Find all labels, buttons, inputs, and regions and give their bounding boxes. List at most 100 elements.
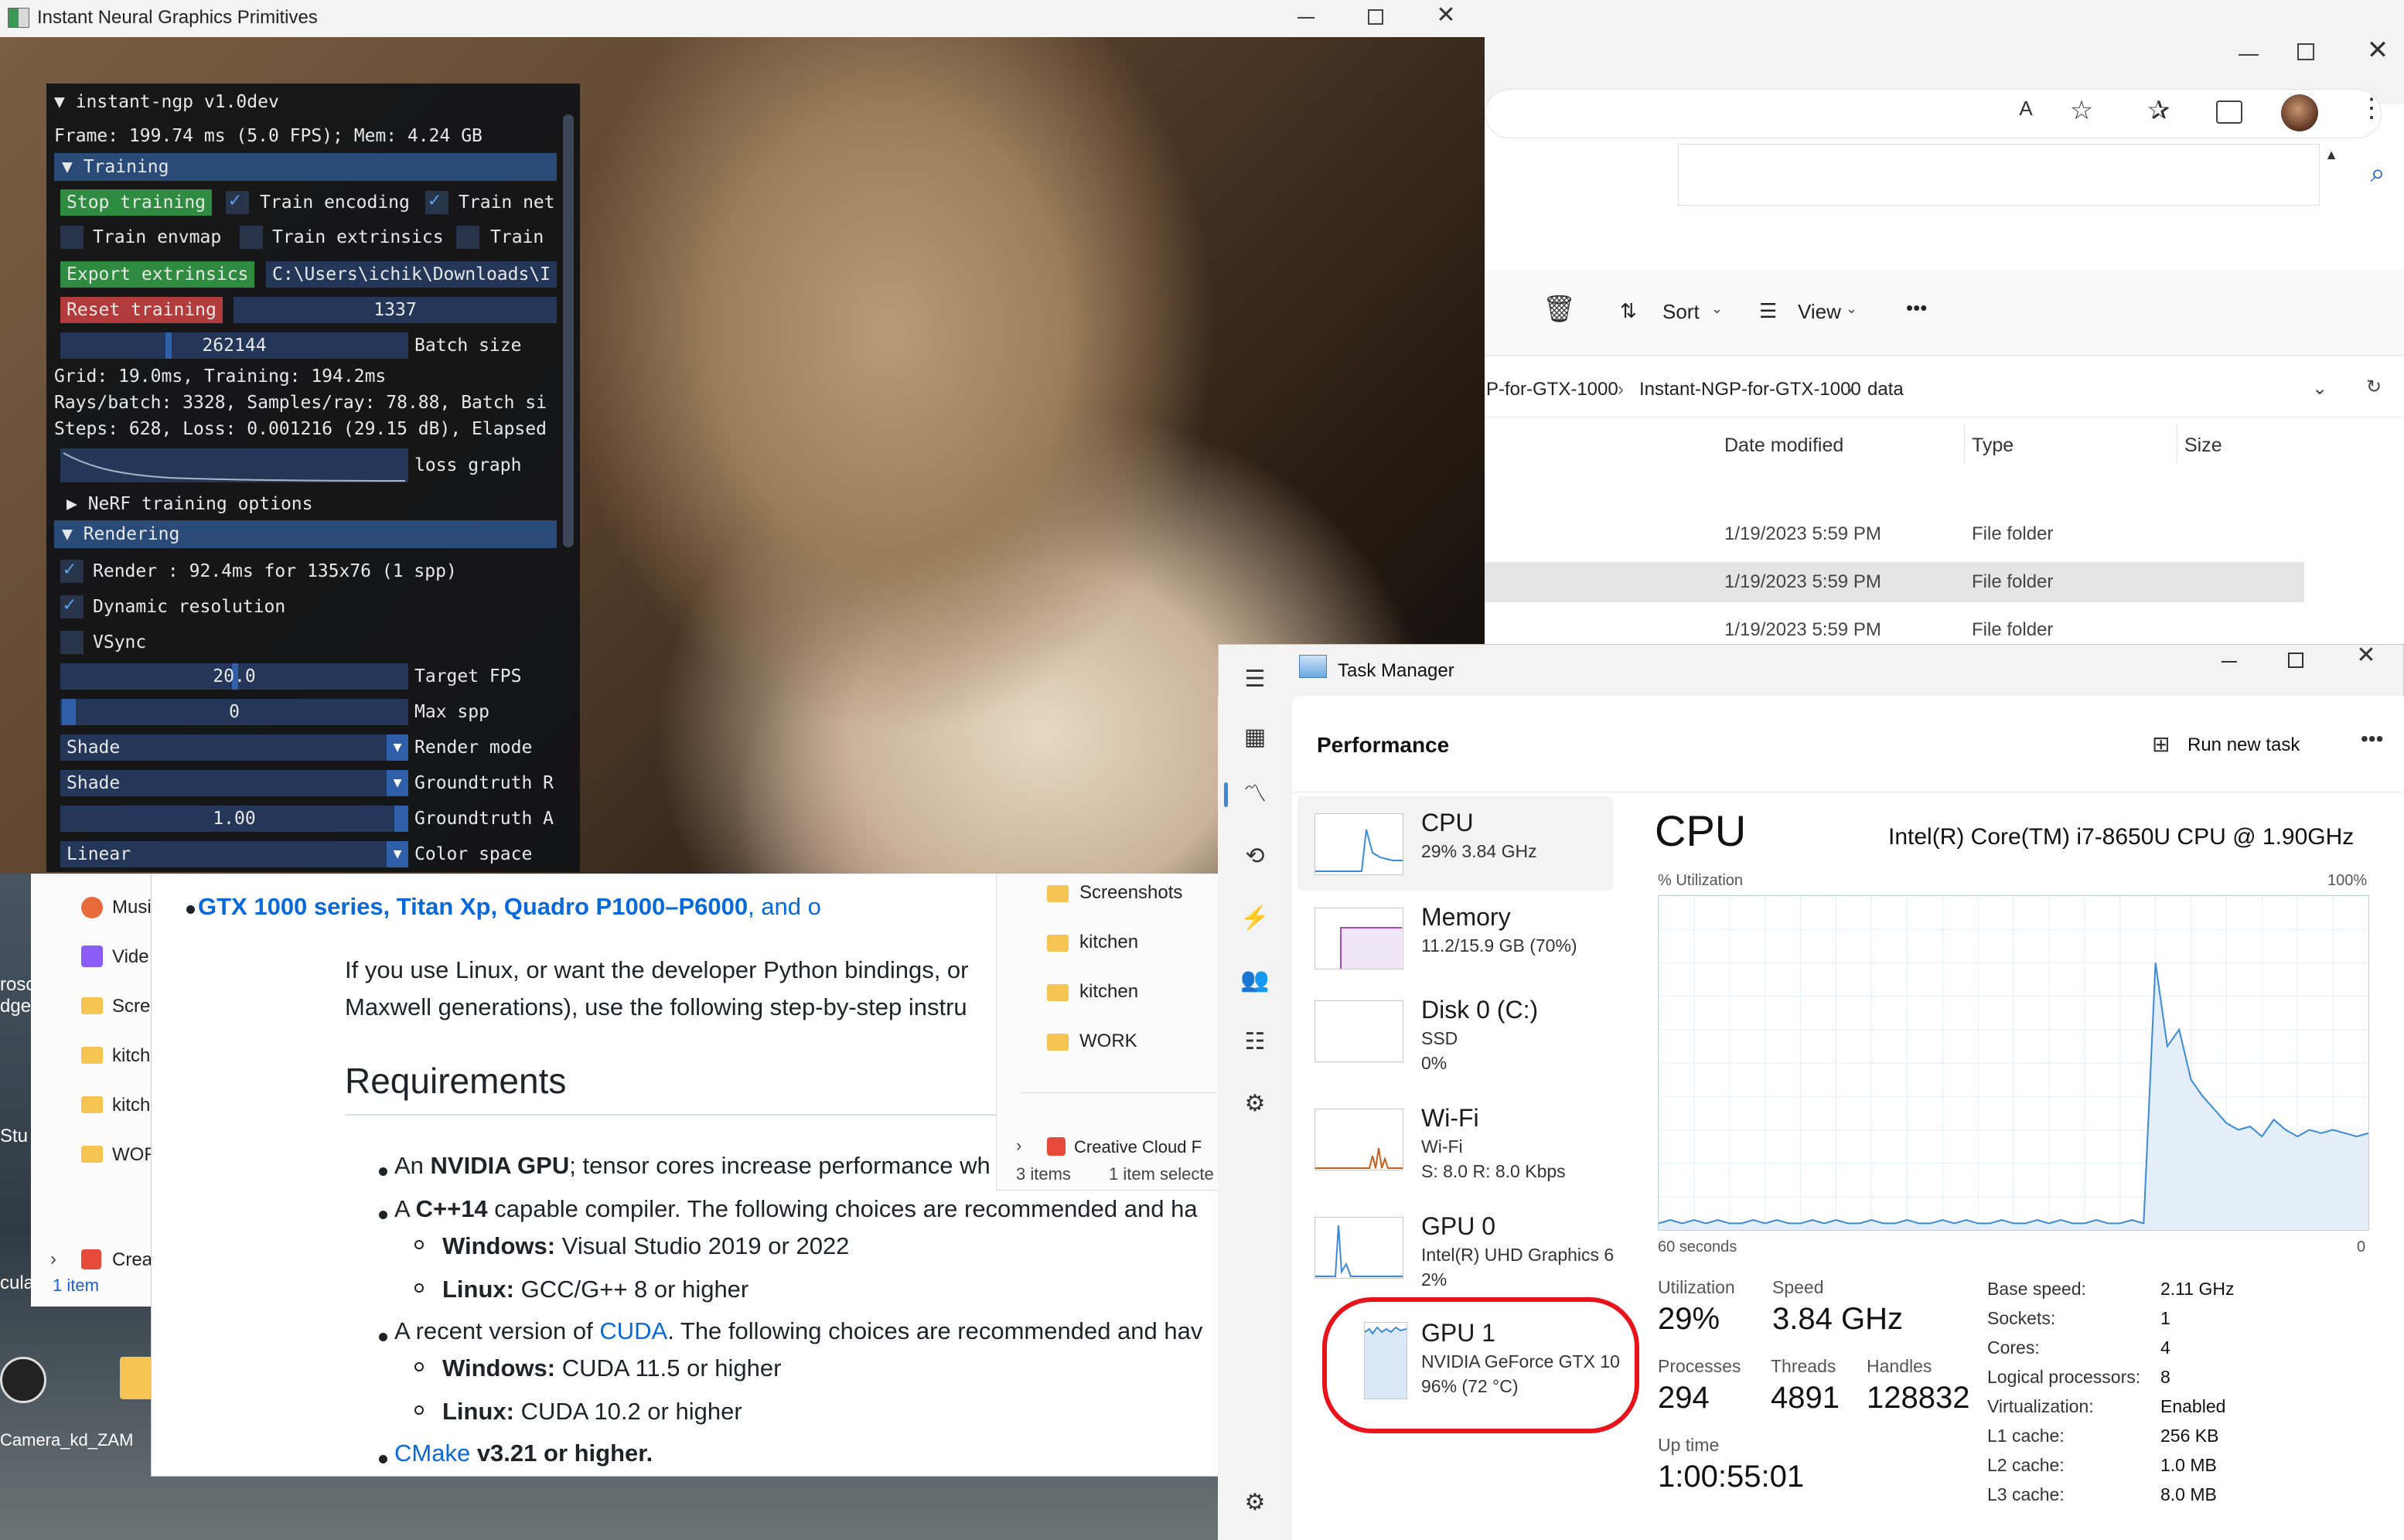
column-size[interactable]: Size (2184, 434, 2222, 457)
chevron-down-icon[interactable]: ⌄ (2312, 377, 2327, 400)
maximize-icon[interactable] (1361, 6, 1392, 29)
performance-icon[interactable]: 〽 (1236, 776, 1274, 813)
train-extrinsics-checkbox[interactable] (240, 226, 263, 249)
delete-icon[interactable]: 🗑 (1543, 294, 1576, 325)
close-icon[interactable]: ✕ (1430, 2, 1461, 29)
minimize-icon[interactable] (2235, 39, 2266, 70)
view-button[interactable]: ☰ View ⌄ (1759, 296, 1875, 327)
details-icon[interactable]: ☷ (1236, 1024, 1274, 1061)
render-checkbox[interactable] (60, 557, 84, 583)
sidebar-item-kitchen[interactable]: kitch (112, 1095, 150, 1116)
run-new-task-button[interactable]: ⊞ Run new task (2152, 728, 2353, 762)
app-history-icon[interactable]: ⟲ (1236, 838, 1274, 875)
groundtruth-a-slider[interactable]: 1.00 (60, 806, 408, 832)
table-row[interactable]: 1/19/2023 5:59 PM File folder (1469, 514, 2304, 554)
vsync-checkbox[interactable] (60, 631, 84, 654)
training-header[interactable]: ▼ Training (54, 153, 557, 181)
chevron-right-icon[interactable]: › (1016, 1136, 1021, 1156)
column-date-modified[interactable]: Date modified (1724, 434, 1843, 457)
processes-icon[interactable]: ▦ (1236, 719, 1274, 756)
sidebar-item-videos[interactable]: Vide (112, 946, 149, 968)
maximize-icon[interactable] (2281, 648, 2312, 674)
slider-grab[interactable] (394, 806, 408, 832)
sort-button[interactable]: ⇅ Sort ⌄ (1620, 296, 1736, 327)
cmake-link[interactable]: CMake (394, 1439, 470, 1467)
batch-size-slider[interactable]: 262144 (60, 332, 408, 359)
train-checkbox[interactable] (456, 226, 479, 249)
avatar[interactable] (2281, 94, 2318, 131)
train-encoding-checkbox[interactable] (226, 189, 249, 214)
camera-app-icon[interactable] (0, 1357, 46, 1403)
chevron-right-icon[interactable]: › (50, 1249, 56, 1270)
address-bar[interactable] (1485, 89, 2382, 138)
more-icon[interactable]: ⋮ (2355, 93, 2389, 124)
refresh-icon[interactable]: ↻ (2366, 376, 2382, 398)
slider-grab[interactable] (62, 699, 76, 725)
resource-item-disk[interactable]: Disk 0 (C:) SSD 0% (1297, 990, 1613, 1090)
color-space-select[interactable]: Linear ▼ (60, 841, 408, 867)
sidebar-item-music[interactable]: Musi (112, 897, 152, 918)
services-icon[interactable]: ⚙ (1236, 1085, 1274, 1123)
users-icon[interactable]: 👥 (1236, 962, 1274, 999)
stop-training-button[interactable]: Stop training (60, 189, 213, 216)
gui-title-label: instant-ngp v1.0dev (75, 92, 279, 112)
rendering-header[interactable]: ▼ Rendering (54, 520, 557, 548)
list-item[interactable]: WORK (1047, 1031, 1137, 1052)
breadcrumb-item[interactable]: Instant-NGP-for-GTX-1000 (1639, 379, 1861, 400)
dropdown-arrow-icon: ▼ (387, 841, 408, 867)
panel-scrollbar[interactable] (563, 114, 574, 547)
table-row[interactable]: 1/19/2023 5:59 PM File folder (1469, 562, 2304, 602)
list-item[interactable]: kitchen (1047, 981, 1138, 1003)
search-icon[interactable]: ⌕ (2362, 158, 2393, 189)
minimize-icon[interactable] (1291, 6, 1322, 29)
more-options-icon[interactable]: ••• (2361, 727, 2383, 751)
minimize-icon[interactable] (2215, 649, 2246, 673)
req-text: ; tensor cores increase performance wh (569, 1152, 991, 1179)
favorite-add-icon[interactable]: ☆ (2065, 95, 2099, 126)
startup-apps-icon[interactable]: ⚡ (1236, 900, 1274, 937)
resource-item-cpu[interactable]: CPU 29% 3.84 GHz (1297, 796, 1613, 891)
run-new-task-label: Run new task (2187, 734, 2300, 755)
nerf-options-label: NeRF training options (87, 494, 313, 514)
close-icon[interactable]: ✕ (2362, 35, 2393, 66)
cuda-link[interactable]: CUDA (599, 1317, 667, 1344)
nerf-options-toggle[interactable]: ▶ NeRF training options (66, 489, 313, 520)
column-type[interactable]: Type (1972, 434, 2014, 457)
settings-icon[interactable]: ⚙ (1236, 1484, 1274, 1521)
maximize-icon[interactable] (2293, 39, 2324, 70)
list-item[interactable]: Screenshots (1047, 882, 1182, 904)
list-item[interactable]: kitchen (1047, 932, 1138, 953)
search-box[interactable] (1678, 144, 2320, 206)
more-options-icon[interactable]: ••• (1906, 296, 1937, 320)
train-net-checkbox[interactable] (425, 189, 448, 214)
gtx-link[interactable]: GTX 1000 series, Titan Xp, Quadro P1000–… (198, 893, 748, 920)
render-mode-select[interactable]: Shade ▼ (60, 734, 408, 761)
dynamic-resolution-checkbox[interactable] (60, 593, 84, 618)
scroll-up-icon[interactable]: ▲ (2320, 147, 2343, 163)
export-extrinsics-button[interactable]: Export extrinsics (60, 261, 255, 288)
breadcrumb-item[interactable]: data (1867, 379, 1904, 400)
resource-item-gpu0[interactable]: GPU 0 Intel(R) UHD Graphics 6 2% (1297, 1206, 1614, 1307)
train-envmap-checkbox[interactable] (60, 226, 84, 249)
active-nav-indicator (1224, 782, 1228, 807)
column-divider[interactable] (1964, 424, 1965, 463)
sidebar-item-kitchen[interactable]: kitch (112, 1045, 150, 1067)
column-headers: Date modified Type Size (1469, 421, 2404, 468)
close-icon[interactable]: ✕ (2351, 642, 2382, 669)
resource-item-wifi[interactable]: Wi-Fi Wi-Fi S: 8.0 R: 8.0 Kbps (1297, 1098, 1613, 1198)
creative-cloud-label[interactable]: Creative Cloud F (1074, 1137, 1202, 1157)
hamburger-menu-icon[interactable]: ☰ (1236, 661, 1274, 698)
favorites-icon[interactable]: ✰ (2142, 95, 2176, 126)
read-aloud-icon[interactable]: A (2010, 97, 2041, 121)
gui-title[interactable]: ▼ instant-ngp v1.0dev (54, 87, 279, 118)
req-text: CUDA 11.5 or higher (555, 1354, 782, 1382)
export-path-input[interactable]: C:\Users\ichik\Downloads\I (266, 261, 557, 288)
resource-item-memory[interactable]: Memory 11.2/15.9 GB (70%) (1297, 897, 1613, 991)
breadcrumb-item[interactable]: P-for-GTX-1000 (1486, 379, 1618, 400)
groundtruth-r-select[interactable]: Shade ▼ (60, 770, 408, 796)
max-spp-slider[interactable]: 0 (60, 699, 408, 725)
seed-input[interactable]: 1337 (234, 297, 557, 323)
target-fps-slider[interactable]: 20.0 (60, 663, 408, 690)
reset-training-button[interactable]: Reset training (60, 297, 223, 323)
collections-icon[interactable] (2216, 101, 2242, 124)
